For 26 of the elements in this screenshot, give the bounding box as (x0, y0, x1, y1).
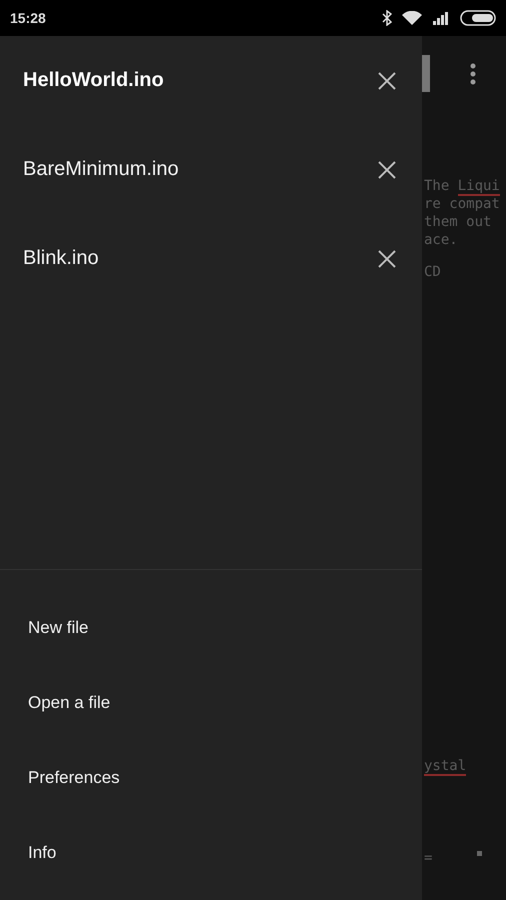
code-text: Liqui (458, 178, 500, 196)
cursor-mark (477, 851, 482, 856)
close-button[interactable] (376, 248, 398, 270)
file-name[interactable]: Blink.ino (23, 247, 376, 270)
close-button[interactable] (376, 70, 398, 92)
wifi-icon (402, 10, 422, 26)
file-name[interactable]: HelloWorld.ino (23, 69, 376, 92)
clock-time: 15:28 (10, 10, 46, 26)
menu-item[interactable]: Info (28, 842, 56, 862)
code-text: = (424, 850, 432, 866)
code-text: CD (424, 264, 441, 280)
menu-item[interactable]: Open a file (28, 692, 110, 712)
code-text: The (424, 178, 450, 194)
file-name[interactable]: BareMinimum.ino (23, 158, 376, 181)
bluetooth-icon (382, 10, 392, 26)
menu-item[interactable]: Preferences (28, 768, 120, 788)
battery-icon (460, 10, 498, 26)
more-icon[interactable] (470, 63, 476, 85)
scroll-thumb[interactable] (422, 55, 430, 92)
code-text: ace. (424, 232, 458, 248)
code-text: them out (424, 214, 492, 230)
code-text: re compat (424, 196, 500, 212)
signal-icon (432, 11, 450, 25)
close-button[interactable] (376, 158, 398, 180)
code-text: ystal (424, 758, 466, 776)
menu-item[interactable]: New file (28, 618, 88, 638)
